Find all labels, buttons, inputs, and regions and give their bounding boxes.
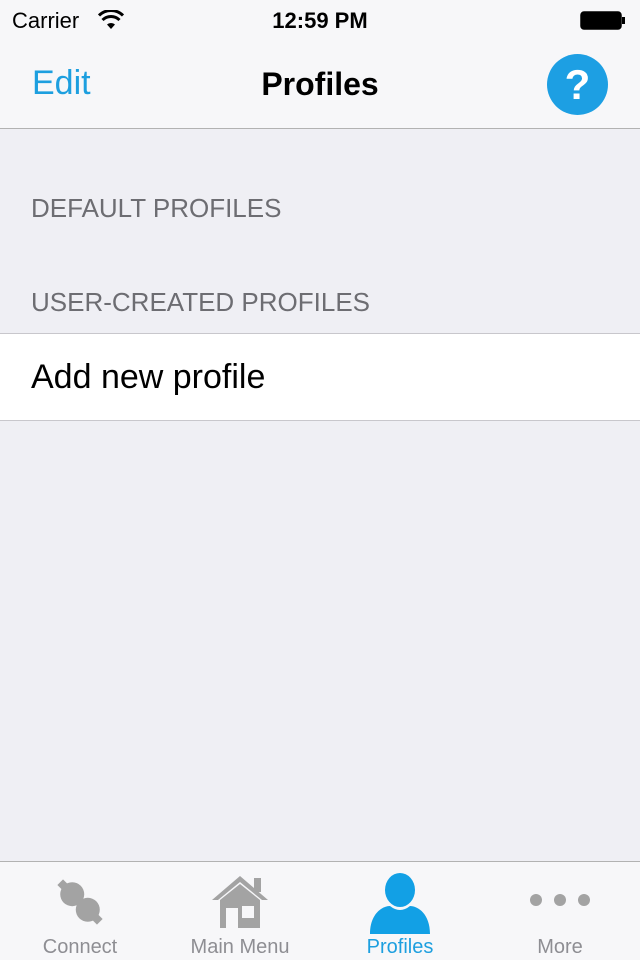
battery-icon [580,11,625,30]
connector-icon [57,879,103,925]
tab-bar: Connect Main Menu Profiles More [0,861,640,960]
tab-more[interactable]: More [480,862,640,960]
section-header-user-created-profiles: USER-CREATED PROFILES [31,287,371,317]
tab-main-menu[interactable]: Main Menu [160,862,320,960]
navigation-bar: Edit Profiles ? [0,40,640,129]
tab-connect[interactable]: Connect [0,862,160,960]
person-icon [370,873,430,934]
tab-profiles-label: Profiles [366,936,434,958]
help-icon: ? [564,61,591,108]
add-new-profile-label: Add new profile [31,358,266,396]
tab-profiles[interactable]: Profiles [320,862,480,960]
page-title: Profiles [261,66,379,102]
tab-connect-label: Connect [42,936,118,958]
tab-more-label: More [537,936,583,958]
tab-main-menu-label: Main Menu [190,936,290,958]
help-button[interactable]: ? [547,54,608,115]
add-new-profile-cell[interactable]: Add new profile [0,333,640,421]
home-icon [212,876,268,928]
more-icon [530,894,590,906]
status-bar: Carrier 12:59 PM [0,0,640,40]
clock: 12:59 PM [272,8,368,33]
section-header-default-profiles: DEFAULT PROFILES [31,193,282,223]
